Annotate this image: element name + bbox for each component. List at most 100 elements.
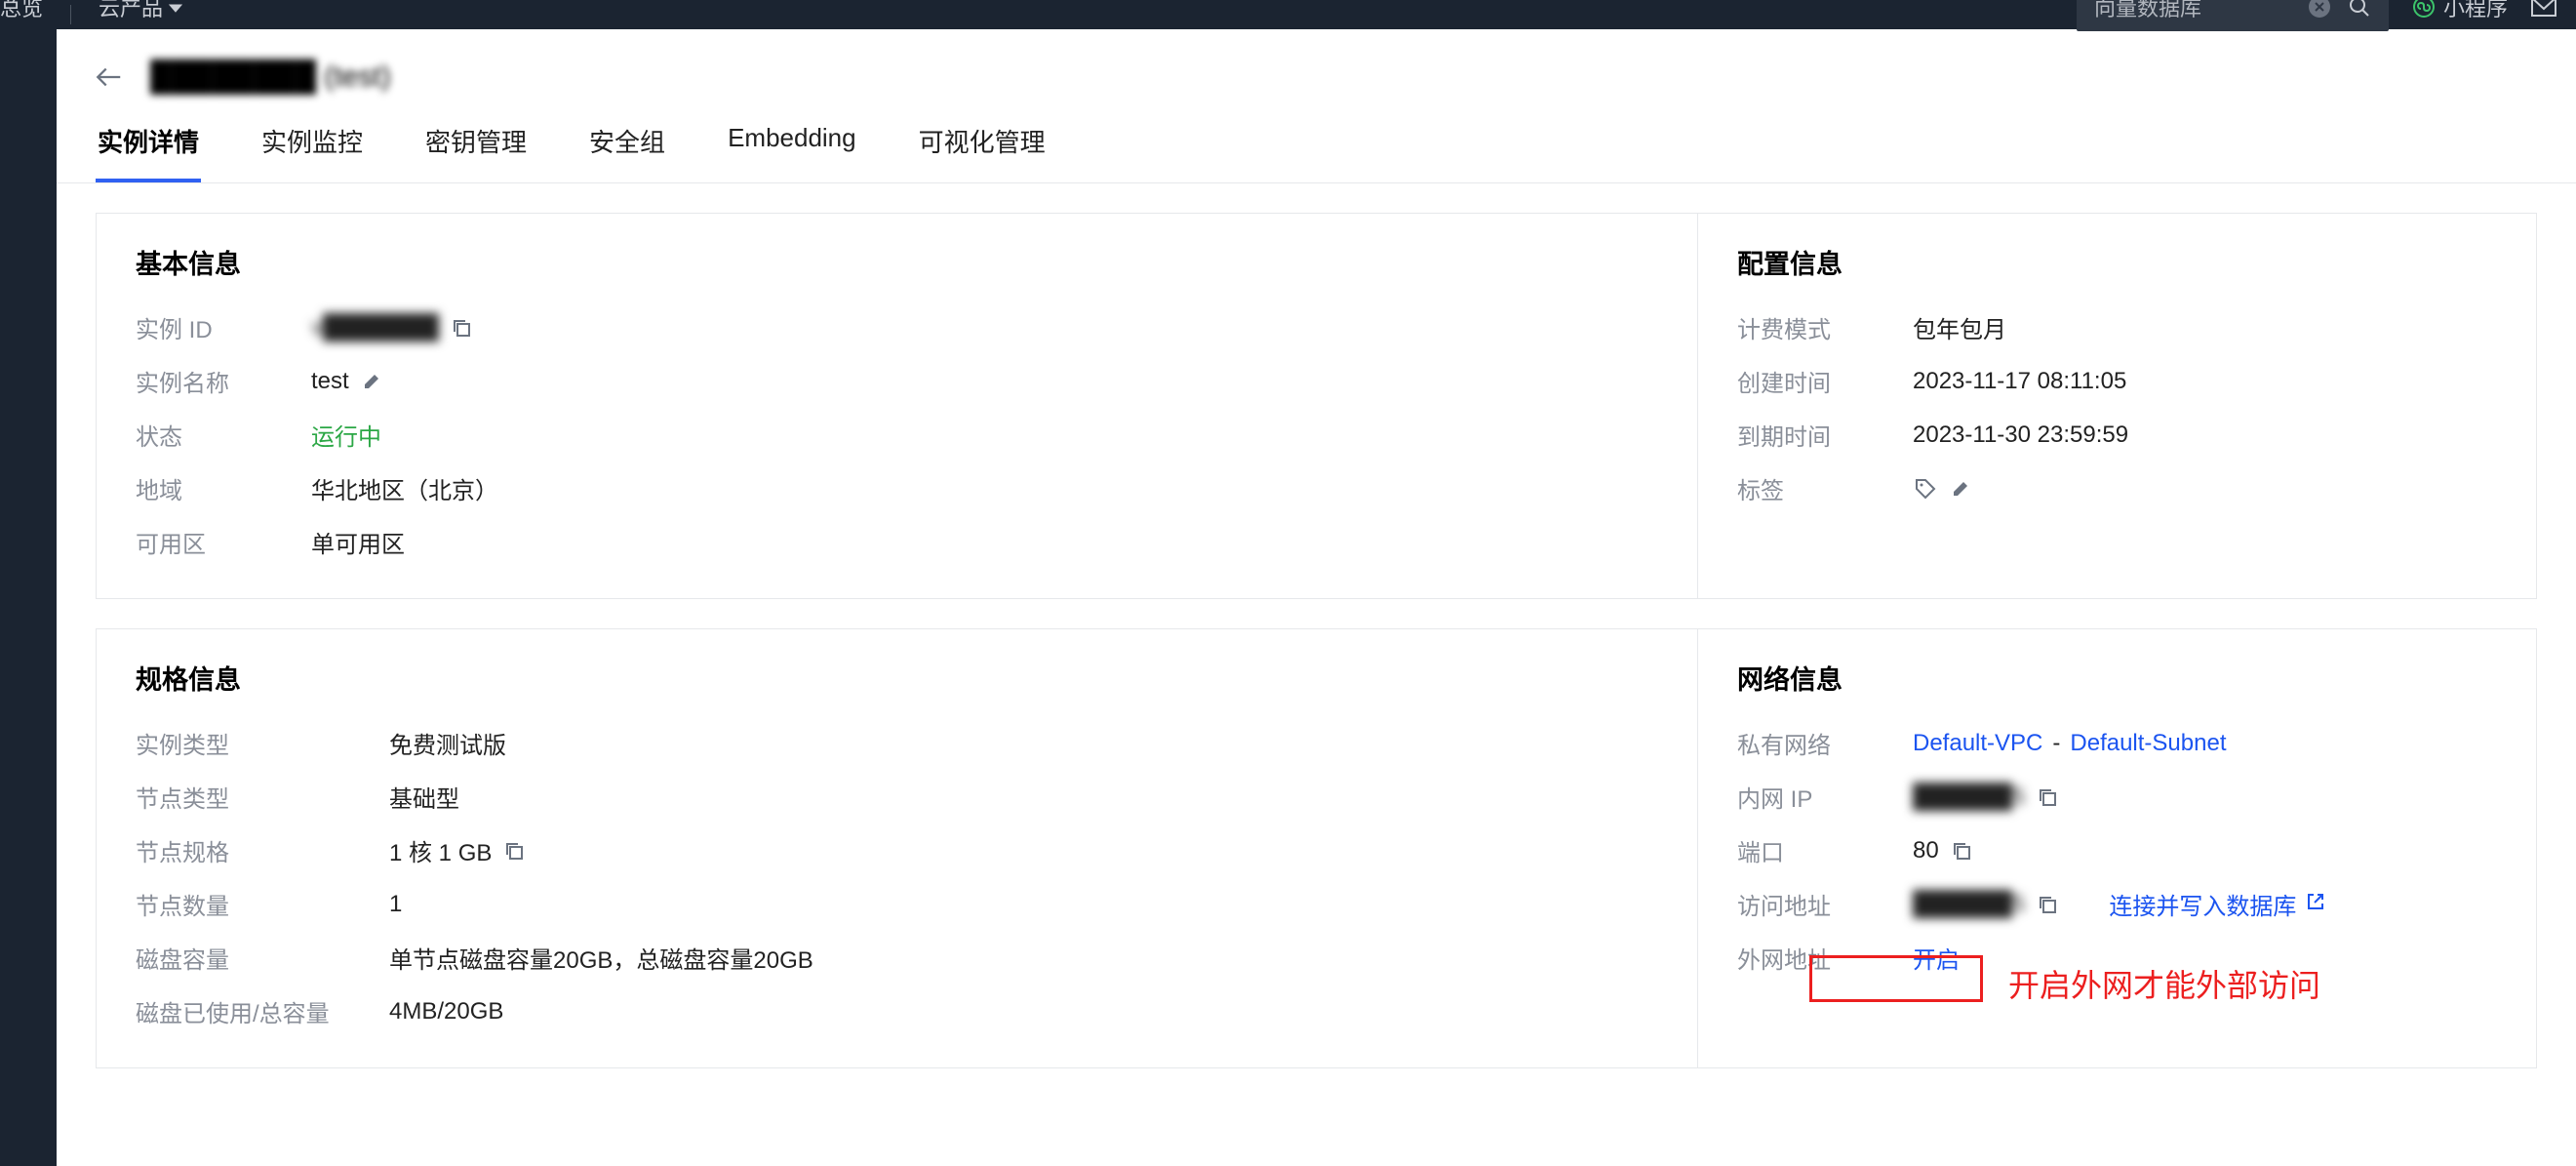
vpc-sep: -	[2052, 730, 2060, 757]
row-disk: 磁盘容量 单节点磁盘容量20GB，总磁盘容量20GB	[136, 941, 1658, 975]
external-link-icon	[2306, 891, 2325, 918]
row-disk-usage: 磁盘已使用/总容量 4MB/20GB	[136, 994, 1658, 1028]
spec-heading: 规格信息	[136, 659, 1658, 697]
row-vpc: 私有网络 Default-VPC - Default-Subnet	[1737, 726, 2497, 760]
instance-type-value: 免费测试版	[389, 726, 506, 760]
tab-visual-management[interactable]: 可视化管理	[917, 123, 1048, 182]
network-info-section: 网络信息 私有网络 Default-VPC - Default-Subnet 内…	[1697, 629, 2536, 1067]
az-value: 单可用区	[311, 525, 405, 559]
row-created: 创建时间 2023-11-17 08:11:05	[1737, 364, 2497, 398]
created-label: 创建时间	[1737, 364, 1893, 398]
row-az: 可用区 单可用区	[136, 525, 1658, 559]
row-expire: 到期时间 2023-11-30 23:59:59	[1737, 418, 2497, 452]
port-value: 80	[1913, 837, 1974, 864]
tab-instance-details[interactable]: 实例详情	[96, 123, 201, 182]
tag-icon[interactable]	[1913, 476, 1938, 502]
basic-info-section: 基本信息 实例 ID v███████ 实例名	[97, 214, 1697, 598]
top-bar: 总览 云产品 向量数据库 小程序	[0, 0, 2576, 29]
status-value: 运行中	[311, 418, 381, 452]
enable-external-link[interactable]: 开启	[1913, 941, 1960, 975]
left-sidebar	[0, 29, 57, 1166]
chevron-down-icon	[169, 4, 182, 14]
tab-instance-monitor[interactable]: 实例监控	[259, 123, 365, 182]
copy-icon[interactable]	[2035, 892, 2060, 917]
instance-id-value: v███████	[311, 314, 474, 342]
back-button[interactable]	[96, 64, 121, 90]
vpc-link[interactable]: Default-VPC	[1913, 730, 2042, 757]
az-label: 可用区	[136, 525, 292, 559]
region-value: 华北地区（北京）	[311, 471, 498, 505]
inner-ip-label: 内网 IP	[1737, 780, 1893, 814]
vpc-label: 私有网络	[1737, 726, 1893, 760]
edit-icon[interactable]	[359, 369, 384, 394]
instance-name-value: test	[311, 368, 384, 395]
edit-icon[interactable]	[1948, 476, 1973, 502]
external-addr-value: 开启	[1913, 941, 1960, 975]
node-spec-label: 节点规格	[136, 833, 370, 867]
node-type-label: 节点类型	[136, 780, 370, 814]
network-heading: 网络信息	[1737, 659, 2497, 697]
disk-label: 磁盘容量	[136, 941, 370, 975]
copy-icon[interactable]	[449, 315, 474, 341]
panel-basic-config: 基本信息 实例 ID v███████ 实例名	[96, 213, 2537, 599]
inner-ip-value: ██████5	[1913, 784, 2060, 811]
disk-value: 单节点磁盘容量20GB，总磁盘容量20GB	[389, 941, 813, 975]
access-addr-label: 访问地址	[1737, 887, 1893, 921]
clear-icon[interactable]	[2309, 0, 2330, 18]
config-info-section: 配置信息 计费模式 包年包月 创建时间 2023-11-17 08:11:05 …	[1697, 214, 2536, 598]
row-access-addr: 访问地址 ██████5 连接并写入数据库	[1737, 887, 2497, 921]
tabs: 实例详情 实例监控 密钥管理 安全组 Embedding 可视化管理	[57, 94, 2576, 183]
mini-program-label: 小程序	[2443, 0, 2508, 22]
row-node-count: 节点数量 1	[136, 887, 1658, 921]
vpc-value: Default-VPC - Default-Subnet	[1913, 730, 2227, 757]
tab-key-management[interactable]: 密钥管理	[423, 123, 529, 182]
page-title: ████████ (test)	[150, 60, 391, 94]
node-type-value: 基础型	[389, 780, 459, 814]
copy-icon[interactable]	[501, 838, 527, 864]
connect-db-link[interactable]: 连接并写入数据库	[2109, 887, 2296, 921]
mini-program-link[interactable]: 小程序	[2412, 0, 2508, 22]
region-label: 地域	[136, 471, 292, 505]
billing-value: 包年包月	[1913, 310, 2006, 344]
row-port: 端口 80	[1737, 833, 2497, 867]
tab-security-group[interactable]: 安全组	[587, 123, 667, 182]
row-node-spec: 节点规格 1 核 1 GB	[136, 833, 1658, 867]
basic-heading: 基本信息	[136, 243, 1658, 281]
created-value: 2023-11-17 08:11:05	[1913, 368, 2126, 395]
divider	[70, 5, 71, 24]
row-tags: 标签	[1737, 471, 2497, 505]
row-node-type: 节点类型 基础型	[136, 780, 1658, 814]
subnet-link[interactable]: Default-Subnet	[2070, 730, 2226, 757]
mini-program-icon	[2412, 0, 2436, 19]
search-input[interactable]: 向量数据库	[2077, 0, 2389, 31]
top-bar-right: 向量数据库 小程序	[2077, 0, 2556, 21]
disk-usage-label: 磁盘已使用/总容量	[136, 994, 370, 1028]
copy-icon[interactable]	[2035, 784, 2060, 810]
top-bar-left: 总览 云产品	[0, 0, 182, 29]
node-count-label: 节点数量	[136, 887, 370, 921]
instance-type-label: 实例类型	[136, 726, 370, 760]
external-addr-label: 外网地址	[1737, 941, 1893, 975]
billing-label: 计费模式	[1737, 310, 1893, 344]
messages-icon[interactable]	[2531, 0, 2556, 17]
tags-label: 标签	[1737, 471, 1893, 505]
instance-name-label: 实例名称	[136, 364, 292, 398]
copy-icon[interactable]	[1949, 838, 1974, 864]
row-instance-id: 实例 ID v███████	[136, 310, 1658, 344]
row-external-addr: 外网地址 开启	[1737, 941, 2497, 975]
row-region: 地域 华北地区（北京）	[136, 471, 1658, 505]
page-header: ████████ (test)	[57, 29, 2576, 94]
panel-spec-network: 规格信息 实例类型 免费测试版 节点类型 基础型 节点规格	[96, 628, 2537, 1068]
row-billing: 计费模式 包年包月	[1737, 310, 2497, 344]
row-inner-ip: 内网 IP ██████5	[1737, 780, 2497, 814]
node-spec-value: 1 核 1 GB	[389, 833, 527, 867]
row-instance-type: 实例类型 免费测试版	[136, 726, 1658, 760]
status-label: 状态	[136, 418, 292, 452]
access-addr-value: ██████5 连接并写入数据库	[1913, 887, 2325, 921]
main-content: ████████ (test) 实例详情 实例监控 密钥管理 安全组 Embed…	[57, 29, 2576, 1166]
nav-cloud-products[interactable]: 云产品	[99, 4, 182, 14]
search-icon[interactable]	[2348, 0, 2371, 19]
row-instance-name: 实例名称 test	[136, 364, 1658, 398]
tags-value	[1913, 476, 1973, 502]
tab-embedding[interactable]: Embedding	[726, 123, 858, 182]
